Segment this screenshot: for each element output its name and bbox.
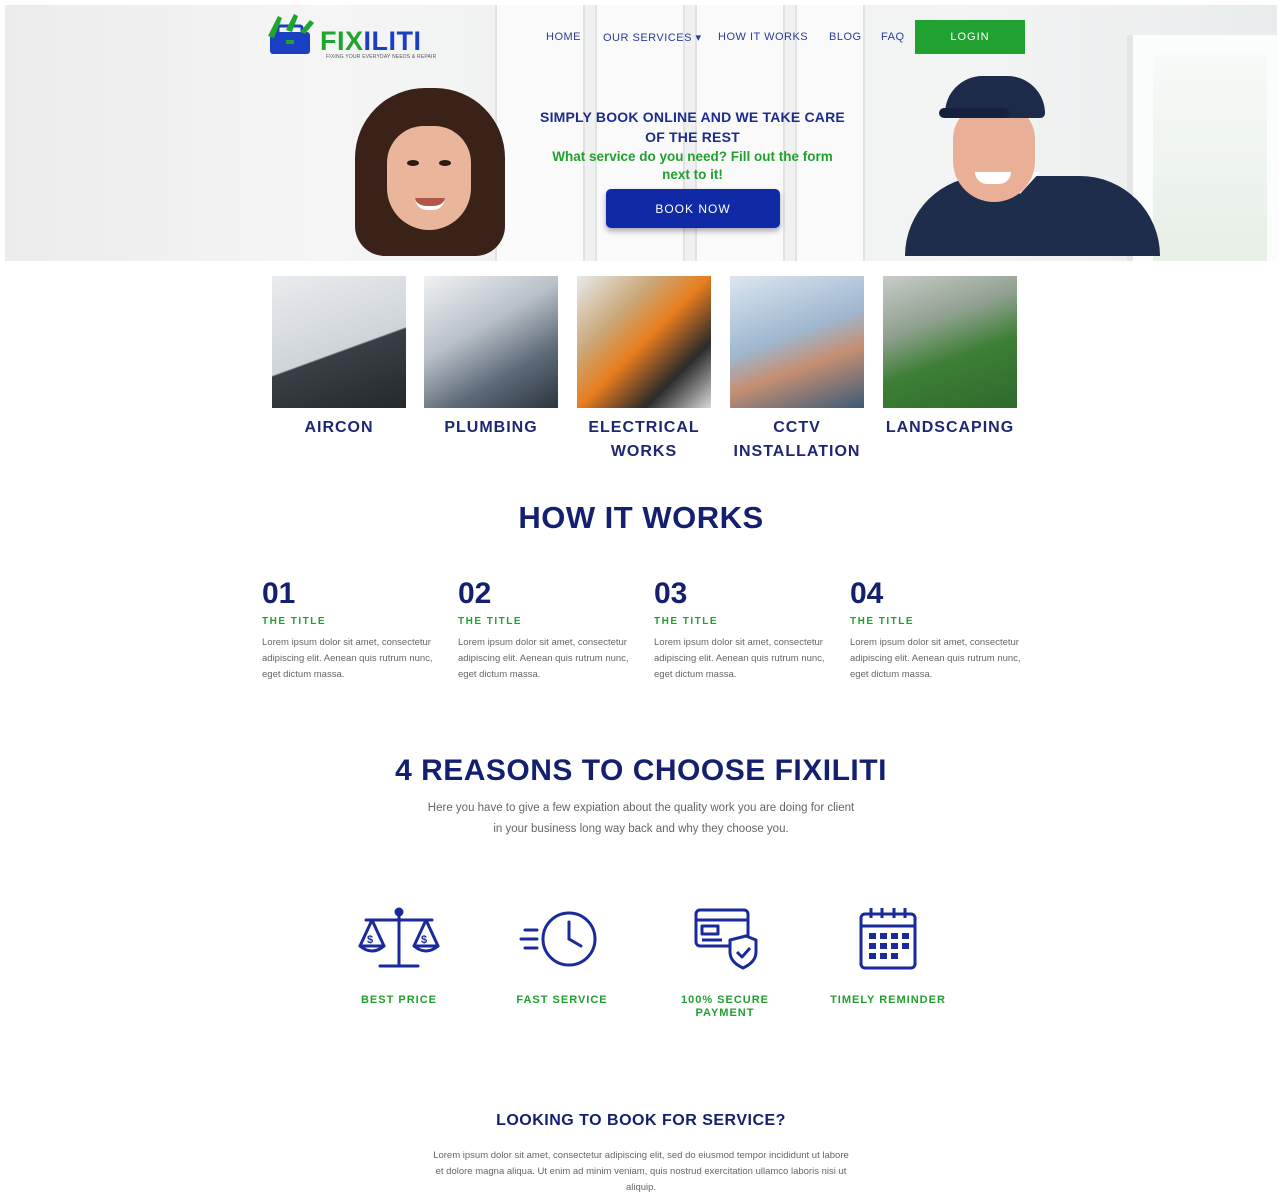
scale-icon: $ $ xyxy=(358,907,440,968)
calendar-icon xyxy=(859,908,917,970)
svg-text:$: $ xyxy=(421,934,427,946)
logo-wordmark: FIXILITI xyxy=(320,26,422,56)
step-title: THE TITLE xyxy=(850,616,915,627)
electrical-photo xyxy=(577,276,711,408)
clock-icon xyxy=(519,911,597,967)
service-card-electrical[interactable]: ELECTRICAL WORKS xyxy=(577,276,711,464)
nav-home[interactable]: HOME xyxy=(546,31,581,43)
nav-blog[interactable]: BLOG xyxy=(829,31,862,43)
step-number: 04 xyxy=(850,577,884,610)
service-label: LANDSCAPING xyxy=(885,419,1015,436)
plumbing-photo xyxy=(424,276,558,408)
service-card-cctv[interactable]: CCTV INSTALLATION xyxy=(730,276,864,464)
reason-item: FAST SERVICE xyxy=(487,906,637,1007)
book-section-title: LOOKING TO BOOK FOR SERVICE? xyxy=(496,1112,786,1129)
step-title: THE TITLE xyxy=(654,616,719,627)
cctv-photo xyxy=(730,276,864,408)
reason-item: TIMELY REMINDER xyxy=(813,906,963,1007)
step-item: 03 THE TITLE Lorem ipsum dolor sit amet,… xyxy=(654,576,829,683)
svg-text:$: $ xyxy=(367,934,373,946)
reasons-subtitle-line: in your business long way back and why t… xyxy=(493,823,789,835)
nav-how-it-works[interactable]: HOW IT WORKS xyxy=(718,31,808,43)
reason-label: TIMELY REMINDER xyxy=(830,994,946,1006)
hero-text: SIMPLY BOOK ONLINE AND WE TAKE CARE OF T… xyxy=(540,107,845,184)
how-it-works-title: HOW IT WORKS xyxy=(518,500,764,535)
reasons-subtitle: Here you have to give a few expiation ab… xyxy=(0,798,1282,840)
step-title: THE TITLE xyxy=(262,616,327,627)
step-text: Lorem ipsum dolor sit amet, consectetur … xyxy=(458,637,629,680)
book-section-text: Lorem ipsum dolor sit amet, consectetur … xyxy=(433,1150,849,1193)
hero-headline: SIMPLY BOOK ONLINE AND WE TAKE CARE OF T… xyxy=(540,109,845,145)
step-number: 03 xyxy=(654,577,688,610)
reason-label: 100% SECURE PAYMENT xyxy=(680,994,770,1019)
service-label: PLUMBING xyxy=(444,419,538,436)
step-item: 01 THE TITLE Lorem ipsum dolor sit amet,… xyxy=(262,576,437,683)
step-number: 02 xyxy=(458,577,492,610)
login-button[interactable]: LOGIN xyxy=(915,20,1025,54)
service-card-plumbing[interactable]: PLUMBING xyxy=(424,276,558,440)
landscaping-photo xyxy=(883,276,1017,408)
service-card-landscaping[interactable]: LANDSCAPING xyxy=(883,276,1017,440)
book-now-button[interactable]: BOOK NOW xyxy=(606,189,780,228)
toolbox-logo-icon xyxy=(268,14,314,54)
hero-subline: What service do you need? Fill out the f… xyxy=(552,149,833,182)
reason-label: FAST SERVICE xyxy=(516,994,608,1006)
reason-item: 100% SECURE PAYMENT xyxy=(650,906,800,1020)
reasons-subtitle-line: Here you have to give a few expiation ab… xyxy=(427,802,855,814)
service-label: CCTV INSTALLATION xyxy=(733,419,861,460)
step-item: 02 THE TITLE Lorem ipsum dolor sit amet,… xyxy=(458,576,633,683)
service-label: ELECTRICAL WORKS xyxy=(588,419,700,460)
step-text: Lorem ipsum dolor sit amet, consectetur … xyxy=(262,637,433,680)
reasons-title: 4 REASONS TO CHOOSE FIXILITI xyxy=(395,754,887,787)
site-logo[interactable]: FIXILITI FIXING YOUR EVERYDAY NEEDS & RE… xyxy=(264,12,454,60)
service-card-aircon[interactable]: AIRCON xyxy=(272,276,406,440)
reason-label: BEST PRICE xyxy=(360,994,437,1006)
hero-woman-photo xyxy=(345,88,515,256)
service-label: AIRCON xyxy=(304,419,374,436)
hero-technician-photo xyxy=(905,72,1160,256)
card-shield-icon xyxy=(694,908,758,970)
step-number: 01 xyxy=(262,577,296,610)
step-text: Lorem ipsum dolor sit amet, consectetur … xyxy=(654,637,825,680)
nav-our-services[interactable]: OUR SERVICES ▾ xyxy=(603,31,702,44)
aircon-photo xyxy=(272,276,406,408)
step-item: 04 THE TITLE Lorem ipsum dolor sit amet,… xyxy=(850,576,1025,683)
nav-faq[interactable]: FAQ xyxy=(881,31,905,43)
step-text: Lorem ipsum dolor sit amet, consectetur … xyxy=(850,637,1021,680)
reason-item: $ $ BEST PRICE xyxy=(324,906,474,1007)
logo-tagline: FIXING YOUR EVERYDAY NEEDS & REPAIR xyxy=(326,54,437,60)
step-title: THE TITLE xyxy=(458,616,523,627)
